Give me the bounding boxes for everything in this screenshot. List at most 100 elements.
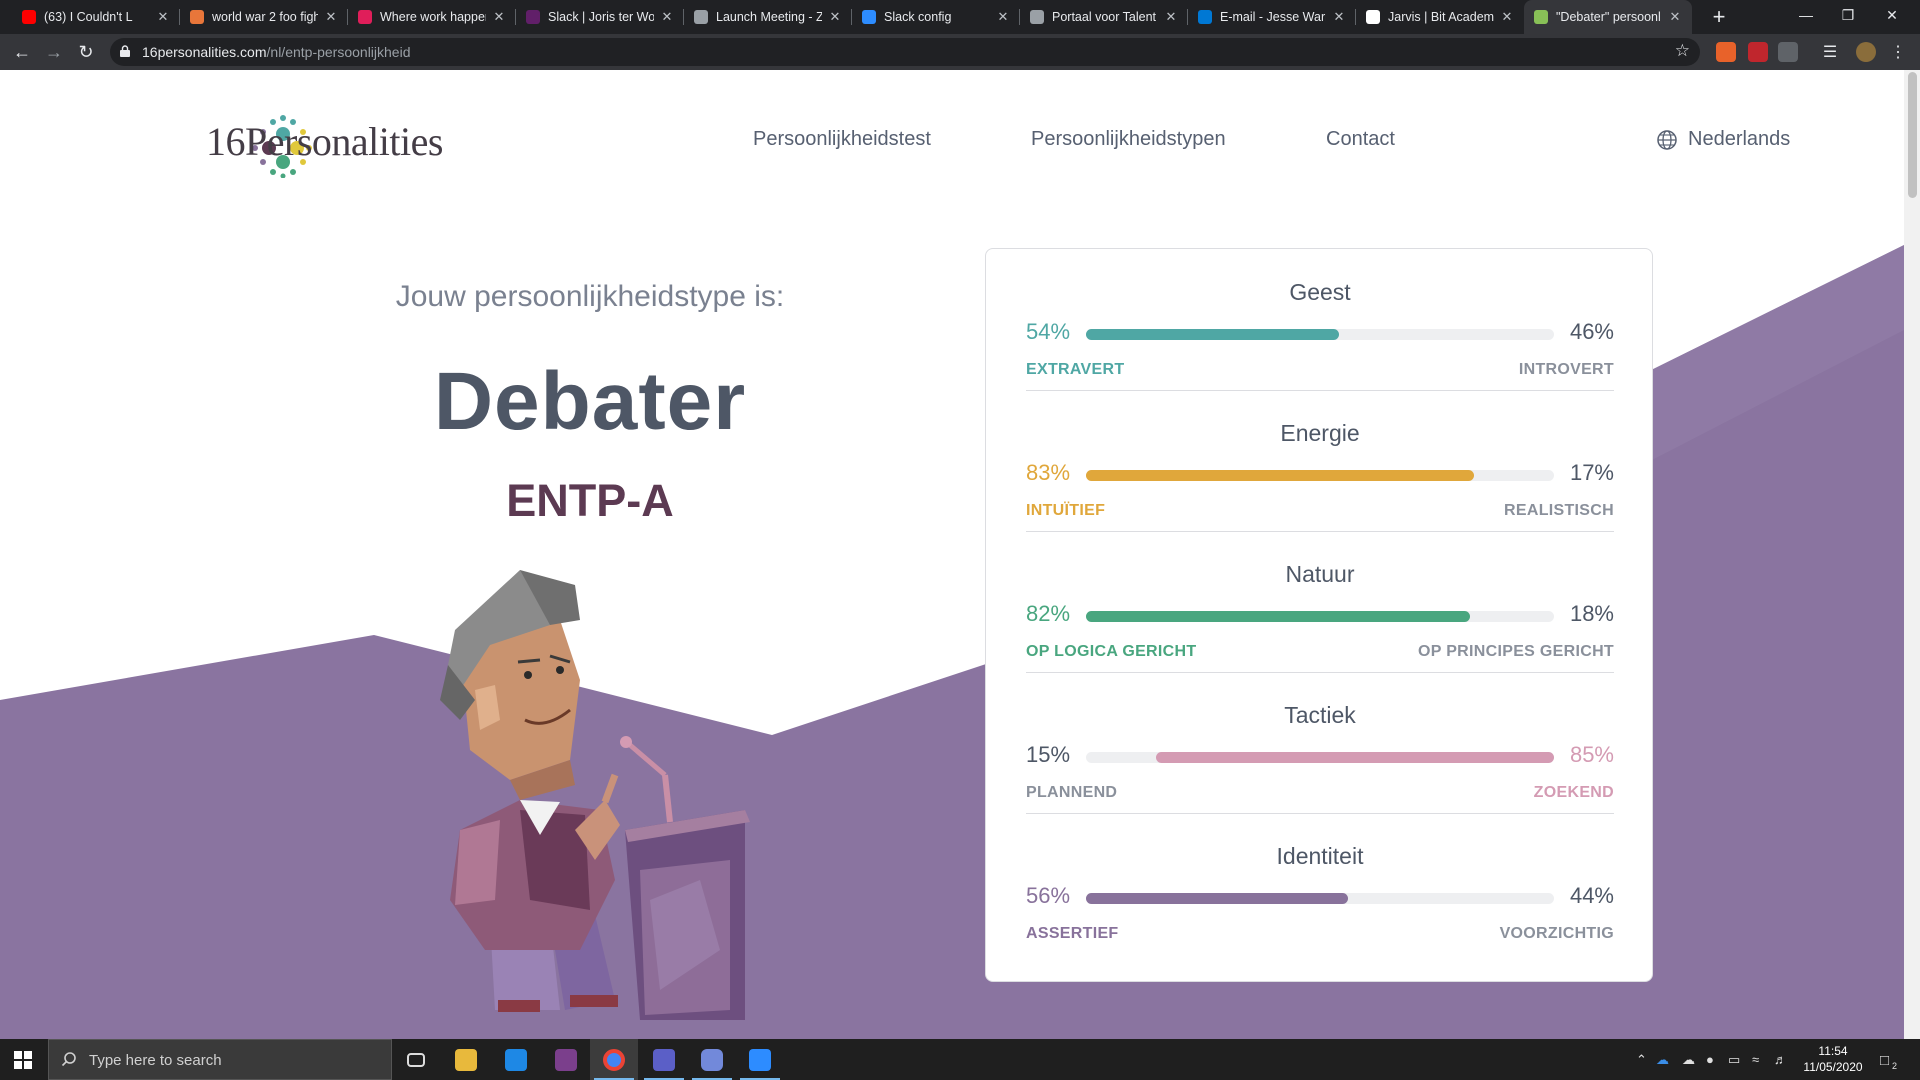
- trait-left-percent: 54%: [1026, 319, 1071, 344]
- url-text: 16personalities.com/nl/entp-persoonlijkh…: [142, 44, 411, 60]
- back-arrow-icon[interactable]: ←: [10, 40, 34, 64]
- browser-tab[interactable]: Slack | Joris ter Wolf ✕: [516, 0, 684, 34]
- browser-tab[interactable]: Jarvis | Bit Academy ✕: [1356, 0, 1524, 34]
- trait-right-percent: 46%: [1569, 319, 1614, 344]
- tab-close-icon[interactable]: ✕: [492, 9, 506, 25]
- tab-close-icon[interactable]: ✕: [1164, 9, 1178, 25]
- bookmark-star-icon[interactable]: ☆: [1675, 41, 1690, 61]
- trait-bar-fill: [1086, 470, 1474, 481]
- personality-type-code: ENTP-A: [506, 475, 674, 526]
- tab-close-icon[interactable]: ✕: [660, 9, 674, 25]
- task-view-icon[interactable]: [392, 1039, 440, 1080]
- show-hidden-icons-chevron-icon[interactable]: ⌃: [1636, 1052, 1647, 1068]
- profile-avatar[interactable]: [1856, 42, 1876, 62]
- browser-tab-active[interactable]: "Debater" persoonl ✕: [1524, 0, 1692, 34]
- trait-bar-track: [1086, 893, 1554, 904]
- trait-name: Natuur: [1285, 561, 1355, 587]
- onedrive-personal-icon[interactable]: ☁: [1682, 1052, 1695, 1068]
- trait-right-label: REALISTISCH: [1504, 502, 1614, 519]
- tab-favicon-icon: [526, 10, 540, 24]
- trait-name: Identiteit: [1276, 843, 1364, 869]
- close-window-button[interactable]: ✕: [1864, 0, 1920, 34]
- browser-tab[interactable]: Where work happens ✕: [348, 0, 516, 34]
- trait-right-label: OP PRINCIPES GERICHT: [1418, 643, 1614, 660]
- address-bar[interactable]: 16personalities.com/nl/entp-persoonlijkh…: [110, 38, 1700, 66]
- windows-start-icon[interactable]: [14, 1051, 32, 1069]
- wifi-icon[interactable]: ≈: [1752, 1052, 1759, 1067]
- trait-name: Geest: [1289, 279, 1351, 305]
- volume-icon[interactable]: ♬: [1774, 1052, 1787, 1067]
- trait-left-percent: 56%: [1026, 883, 1071, 908]
- teams-icon[interactable]: [640, 1039, 688, 1080]
- trait-row[interactable]: Identiteit 56% 44% ASSERTIEF VOORZICHTIG: [1026, 813, 1614, 954]
- menu-kebab-icon[interactable]: ⋮: [1888, 42, 1908, 62]
- onedrive-icon[interactable]: ☁: [1656, 1052, 1669, 1068]
- trait-bar-track: [1086, 470, 1554, 481]
- browser-tab[interactable]: world war 2 foo figh ✕: [180, 0, 348, 34]
- trait-row[interactable]: Tactiek 15% 85% PLANNEND ZOEKEND: [1026, 672, 1614, 814]
- trait-left-label: ASSERTIEF: [1026, 925, 1119, 942]
- forward-arrow-icon[interactable]: →: [42, 40, 66, 64]
- browser-tab[interactable]: (63) I Couldn't L ✕: [12, 0, 180, 34]
- debater-character-illustration: [440, 570, 750, 1020]
- media-control-icon[interactable]: ☰: [1820, 42, 1840, 62]
- nav-link-types[interactable]: Persoonlijkheidstypen: [1031, 128, 1226, 151]
- reload-icon[interactable]: ↻: [74, 40, 98, 64]
- clock-time: 11:54: [1818, 1044, 1848, 1058]
- tab-title: "Debater" persoonl: [1556, 10, 1661, 24]
- extension-icon[interactable]: [1716, 42, 1736, 62]
- browser-tab[interactable]: Portaal voor Talent ✕: [1020, 0, 1188, 34]
- trait-right-percent: 17%: [1569, 460, 1614, 485]
- tab-favicon-icon: [190, 10, 204, 24]
- trait-left-label: OP LOGICA GERICHT: [1026, 643, 1197, 660]
- tab-title: (63) I Couldn't L: [44, 10, 133, 24]
- tab-title: Slack config: [884, 10, 952, 24]
- tab-close-icon[interactable]: ✕: [828, 9, 842, 25]
- page-scrollbar[interactable]: [1904, 70, 1920, 1039]
- browser-tab[interactable]: E-mail - Jesse Warm ✕: [1188, 0, 1356, 34]
- browser-tab[interactable]: Launch Meeting - Z ✕: [684, 0, 852, 34]
- zoom-icon[interactable]: [736, 1039, 784, 1080]
- tab-title: E-mail - Jesse Warm: [1220, 10, 1326, 24]
- tab-favicon-icon: [22, 10, 36, 24]
- language-selector[interactable]: Nederlands: [1656, 128, 1790, 151]
- scrollbar-thumb[interactable]: [1908, 72, 1917, 198]
- tab-title: Jarvis | Bit Academy: [1388, 10, 1494, 24]
- browser-tab-strip: (63) I Couldn't L ✕ world war 2 foo figh ✕ W…: [0, 0, 1920, 34]
- tab-close-icon[interactable]: ✕: [1668, 9, 1682, 25]
- photo-app-icon[interactable]: [542, 1039, 590, 1080]
- new-tab-button[interactable]: +: [1706, 4, 1732, 30]
- clock-date: 11/05/2020: [1803, 1060, 1863, 1074]
- trait-row[interactable]: Natuur 82% 18% OP LOGICA GERICHT OP PRINCIPE…: [1026, 531, 1614, 673]
- file-explorer-icon[interactable]: [442, 1039, 490, 1080]
- tab-close-icon[interactable]: ✕: [996, 9, 1010, 25]
- tab-title: Launch Meeting - Z: [716, 10, 822, 24]
- mail-icon[interactable]: [492, 1039, 540, 1080]
- trait-row[interactable]: Geest 54% 46% EXTRAVERT INTROVERT: [1026, 249, 1614, 391]
- browser-tab[interactable]: Slack config ✕: [852, 0, 1020, 34]
- tab-close-icon[interactable]: ✕: [324, 9, 338, 25]
- extension-s-icon[interactable]: [1778, 42, 1798, 62]
- tab-close-icon[interactable]: ✕: [156, 9, 170, 25]
- microphone-icon[interactable]: ●: [1706, 1052, 1714, 1067]
- trait-right-label: VOORZICHTIG: [1499, 925, 1614, 942]
- chrome-icon[interactable]: [590, 1039, 638, 1080]
- taskbar-search-box[interactable]: Type here to search: [48, 1039, 392, 1080]
- battery-icon[interactable]: ▭: [1728, 1052, 1740, 1068]
- trait-row[interactable]: Energie 83% 17% INTUÏTIEF REALISTISCH: [1026, 390, 1614, 532]
- windows-taskbar: Type here to search ⌃ ☁ ☁ ● ▭ ≈ ♬ 11:54 …: [0, 1039, 1920, 1080]
- discord-icon[interactable]: [688, 1039, 736, 1080]
- adblock-icon[interactable]: [1748, 42, 1768, 62]
- trait-right-label: ZOEKEND: [1533, 784, 1614, 801]
- taskbar-clock[interactable]: 11:54 11/05/2020: [1788, 1043, 1878, 1075]
- result-intro: Jouw persoonlijkheidstype is:: [395, 280, 785, 313]
- nav-link-test[interactable]: Persoonlijkheidstest: [753, 128, 931, 151]
- site-logo-text[interactable]: 16Personalities: [206, 118, 443, 165]
- tab-title: world war 2 foo figh: [212, 10, 318, 24]
- tab-close-icon[interactable]: ✕: [1332, 9, 1346, 25]
- tab-close-icon[interactable]: ✕: [1500, 9, 1514, 25]
- notification-center-icon[interactable]: □: [1880, 1052, 1889, 1069]
- notification-count: 2: [1892, 1061, 1898, 1071]
- trait-right-percent: 44%: [1569, 883, 1614, 908]
- nav-link-contact[interactable]: Contact: [1326, 128, 1395, 151]
